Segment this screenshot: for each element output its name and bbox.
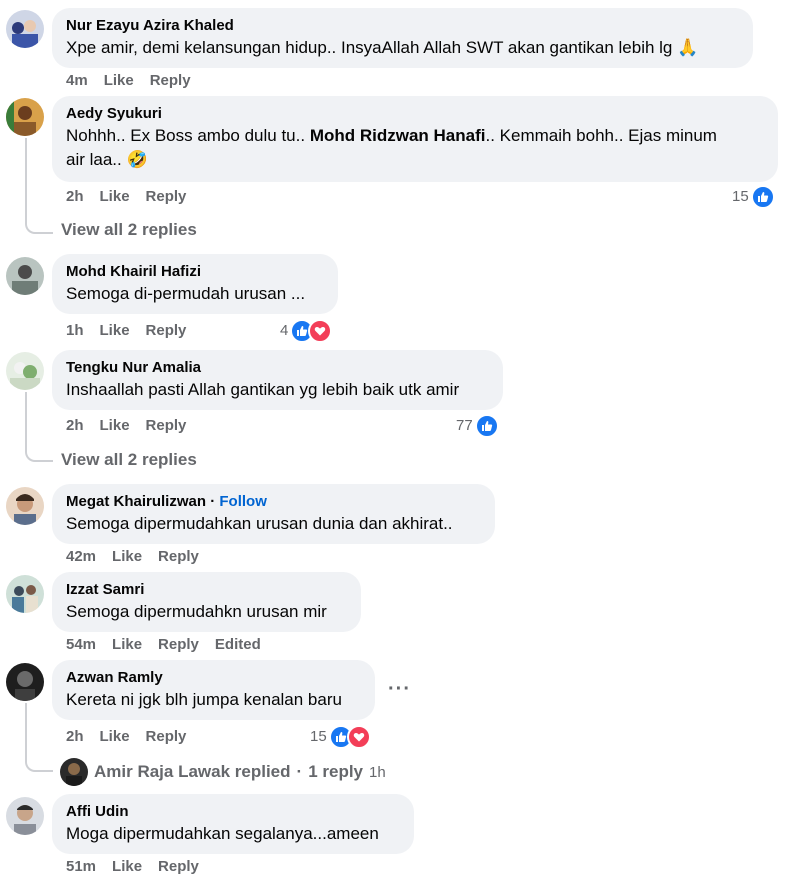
like-button[interactable]: Like xyxy=(112,858,142,875)
comment-bubble: Mohd Khairil Hafizi Semoga di-permudah u… xyxy=(52,254,338,314)
comment-actions: 51m Like Reply xyxy=(66,857,215,877)
comment-author: Megat Khairulizwan · Follow xyxy=(66,493,267,510)
comment-time[interactable]: 4m xyxy=(66,72,88,89)
follow-button[interactable]: Follow xyxy=(219,493,267,510)
more-options-icon[interactable]: ··· xyxy=(388,678,411,701)
comment-bubble: Azwan Ramly Kereta ni jgk blh jumpa kena… xyxy=(52,660,375,720)
comment-text: Semoga dipermudahkn urusan mir xyxy=(66,602,327,621)
reply-summary-link[interactable]: Amir Raja Lawak replied · 1 reply 1h xyxy=(60,758,386,786)
comment-actions: 2h Like Reply xyxy=(66,187,202,207)
reply-button[interactable]: Reply xyxy=(158,636,199,653)
thread-line xyxy=(25,138,53,234)
comment-bubble: Nur Ezayu Azira Khaled Xpe amir, demi ke… xyxy=(52,8,753,68)
reply-button[interactable]: Reply xyxy=(146,417,187,434)
comment-time[interactable]: 2h xyxy=(66,417,84,434)
comment-actions: 1h Like Reply xyxy=(66,321,202,341)
like-button[interactable]: Like xyxy=(104,72,134,89)
comment-time[interactable]: 54m xyxy=(66,636,96,653)
reaction-count: 15 xyxy=(732,188,749,205)
avatar[interactable] xyxy=(6,10,44,48)
comment-bubble: Izzat Samri Semoga dipermudahkn urusan m… xyxy=(52,572,361,632)
comment-bubble: Megat Khairulizwan · Follow Semoga diper… xyxy=(52,484,495,544)
comment-text: Semoga di-permudah urusan ... xyxy=(66,284,306,303)
view-replies-link[interactable]: View all 2 replies xyxy=(61,450,197,470)
love-reaction-icon xyxy=(346,725,371,749)
comment-actions: 54m Like Reply Edited xyxy=(66,635,277,655)
comment-author[interactable]: Izzat Samri xyxy=(66,580,347,600)
comment-author[interactable]: Affi Udin xyxy=(66,802,400,822)
reaction-count: 77 xyxy=(456,417,473,434)
reactions-summary[interactable]: 15 xyxy=(310,725,371,749)
reaction-count: 15 xyxy=(310,728,327,745)
love-reaction-icon xyxy=(308,319,333,343)
avatar[interactable] xyxy=(6,257,44,295)
avatar[interactable] xyxy=(6,797,44,835)
edited-label: Edited xyxy=(214,636,261,653)
comment-text: Inshaallah pasti Allah gantikan yg lebih… xyxy=(66,380,460,399)
reactions-summary[interactable]: 15 xyxy=(732,185,775,209)
comment-actions: 2h Like Reply xyxy=(66,416,202,436)
avatar[interactable] xyxy=(6,98,44,136)
comment-time[interactable]: 51m xyxy=(66,858,96,875)
comment-actions: 2h Like Reply xyxy=(66,727,202,747)
reply-button[interactable]: Reply xyxy=(158,548,199,565)
like-button[interactable]: Like xyxy=(100,322,130,339)
avatar[interactable] xyxy=(6,575,44,613)
comment-author[interactable]: Nur Ezayu Azira Khaled xyxy=(66,16,739,36)
comment-text: Xpe amir, demi kelansungan hidup.. Insya… xyxy=(66,38,699,57)
comment-author[interactable]: Mohd Khairil Hafizi xyxy=(66,262,324,282)
reply-button[interactable]: Reply xyxy=(150,72,191,89)
like-button[interactable]: Like xyxy=(100,728,130,745)
avatar[interactable] xyxy=(6,352,44,390)
comment-text: Nohhh.. Ex Boss ambo dulu tu.. Mohd Ridz… xyxy=(66,126,717,169)
author-name[interactable]: Megat Khairulizwan xyxy=(66,493,206,510)
comment-actions: 4m Like Reply xyxy=(66,71,207,91)
like-button[interactable]: Like xyxy=(112,548,142,565)
reply-time: 1h xyxy=(369,763,386,781)
comment-time[interactable]: 1h xyxy=(66,322,84,339)
comment-time[interactable]: 2h xyxy=(66,728,84,745)
reply-button[interactable]: Reply xyxy=(158,858,199,875)
like-reaction-icon xyxy=(474,414,499,438)
comment-text: Semoga dipermudahkan urusan dunia dan ak… xyxy=(66,514,453,533)
comment-bubble: Tengku Nur Amalia Inshaallah pasti Allah… xyxy=(52,350,503,410)
reactions-summary[interactable]: 77 xyxy=(456,414,499,438)
reply-author: Amir Raja Lawak replied xyxy=(94,762,291,781)
like-reaction-icon xyxy=(750,185,775,209)
reaction-count: 4 xyxy=(280,322,289,339)
comment-text: Moga dipermudahkan segalanya...ameen xyxy=(66,824,379,843)
reply-button[interactable]: Reply xyxy=(146,322,187,339)
reply-button[interactable]: Reply xyxy=(146,188,187,205)
comment-time[interactable]: 2h xyxy=(66,188,84,205)
mention-link[interactable]: Mohd Ridzwan Hanafi xyxy=(310,126,486,145)
comment-text: Kereta ni jgk blh jumpa kenalan baru xyxy=(66,690,342,709)
like-button[interactable]: Like xyxy=(100,417,130,434)
reply-count: 1 reply xyxy=(308,762,364,781)
comment-actions: 42m Like Reply xyxy=(66,547,215,567)
avatar[interactable] xyxy=(6,663,44,701)
comment-author[interactable]: Azwan Ramly xyxy=(66,668,361,688)
comment-author[interactable]: Aedy Syukuri xyxy=(66,104,764,124)
like-button[interactable]: Like xyxy=(112,636,142,653)
view-replies-link[interactable]: View all 2 replies xyxy=(61,220,197,240)
thread-line xyxy=(25,392,53,462)
reply-button[interactable]: Reply xyxy=(146,728,187,745)
comment-bubble: Affi Udin Moga dipermudahkan segalanya..… xyxy=(52,794,414,854)
reactions-summary[interactable]: 4 xyxy=(280,319,333,343)
thread-line xyxy=(25,703,53,772)
like-button[interactable]: Like xyxy=(100,188,130,205)
comment-bubble: Aedy Syukuri Nohhh.. Ex Boss ambo dulu t… xyxy=(52,96,778,182)
avatar xyxy=(60,758,88,786)
comment-author[interactable]: Tengku Nur Amalia xyxy=(66,358,489,378)
avatar[interactable] xyxy=(6,487,44,525)
comment-time[interactable]: 42m xyxy=(66,548,96,565)
